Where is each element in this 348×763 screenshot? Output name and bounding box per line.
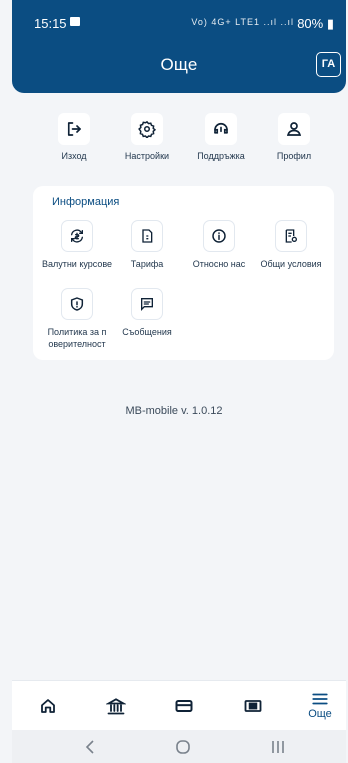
document-icon (131, 220, 163, 252)
nav-payments[interactable] (233, 681, 273, 731)
home-circle-icon[interactable] (173, 738, 193, 756)
currency-exchange-icon (61, 220, 93, 252)
battery-level: 80% ▮ (297, 16, 334, 31)
tariff-label: Тарифа (130, 259, 164, 269)
shield-icon (61, 288, 93, 320)
privacy-policy-label: Политика за п оверителност (47, 327, 107, 349)
terms-item[interactable]: Общи условия (255, 220, 327, 270)
settings-label: Настройки (124, 151, 170, 161)
exchange-rates-item[interactable]: Валутни курсове (41, 220, 113, 270)
app-screen: 15:15 Vo) 4G+ LTE1 ..ıl ..ıl 80% ▮ Още Г… (0, 0, 348, 763)
quick-actions: Изход Настройки Поддръжка Профил (0, 113, 348, 173)
page-title: Още (160, 55, 198, 74)
about-us-item[interactable]: Относно нас (183, 220, 255, 270)
messages-label: Съобщения (122, 327, 172, 337)
status-time: 15:15 (34, 16, 67, 31)
profile-button[interactable]: Профил (259, 113, 329, 161)
card-icon (174, 696, 194, 716)
home-icon (39, 697, 57, 715)
bottom-navigation: Още (12, 680, 346, 730)
exchange-rates-label: Валутни курсове (41, 259, 113, 269)
info-icon (203, 220, 235, 252)
menu-icon (311, 692, 329, 706)
support-button[interactable]: Поддръжка (186, 113, 256, 161)
app-version: MB-mobile v. 1.0.12 (125, 405, 223, 417)
privacy-policy-item[interactable]: Политика за п оверителност (41, 288, 113, 350)
header-bar: 15:15 Vo) 4G+ LTE1 ..ıl ..ıl 80% ▮ Още Г… (12, 0, 346, 93)
message-icon (131, 288, 163, 320)
about-us-label: Относно нас (192, 259, 246, 269)
logout-icon (58, 113, 90, 145)
status-bar: 15:15 Vo) 4G+ LTE1 ..ıl ..ıl 80% ▮ (12, 0, 346, 40)
logout-button[interactable]: Изход (39, 113, 109, 161)
support-label: Поддръжка (197, 151, 245, 161)
messages-item[interactable]: Съобщения (111, 288, 183, 338)
bank-icon (106, 696, 126, 716)
recents-icon[interactable] (268, 738, 288, 756)
nav-more[interactable]: Още (300, 681, 340, 731)
nav-home[interactable] (28, 681, 68, 731)
gear-icon (131, 113, 163, 145)
system-navigation-bar (12, 730, 346, 763)
avatar-button[interactable]: ГА (316, 52, 341, 77)
gallery-notification-icon (70, 17, 80, 26)
tariff-item[interactable]: Тарифа (111, 220, 183, 270)
information-card: Информация Валутни курсове Тарифа Относн… (33, 186, 334, 360)
nav-more-label: Още (308, 708, 332, 720)
terms-label: Общи условия (260, 259, 322, 269)
nav-cards[interactable] (164, 681, 204, 731)
user-icon (278, 113, 310, 145)
back-icon[interactable] (80, 738, 100, 756)
cash-icon (243, 696, 263, 716)
terms-icon (275, 220, 307, 252)
profile-label: Профил (276, 151, 312, 161)
information-title: Информация (52, 196, 120, 208)
nav-bank[interactable] (96, 681, 136, 731)
settings-button[interactable]: Настройки (112, 113, 182, 161)
headset-icon (205, 113, 237, 145)
signal-indicator: Vo) 4G+ LTE1 ..ıl ..ıl (191, 17, 294, 27)
logout-label: Изход (61, 151, 87, 161)
